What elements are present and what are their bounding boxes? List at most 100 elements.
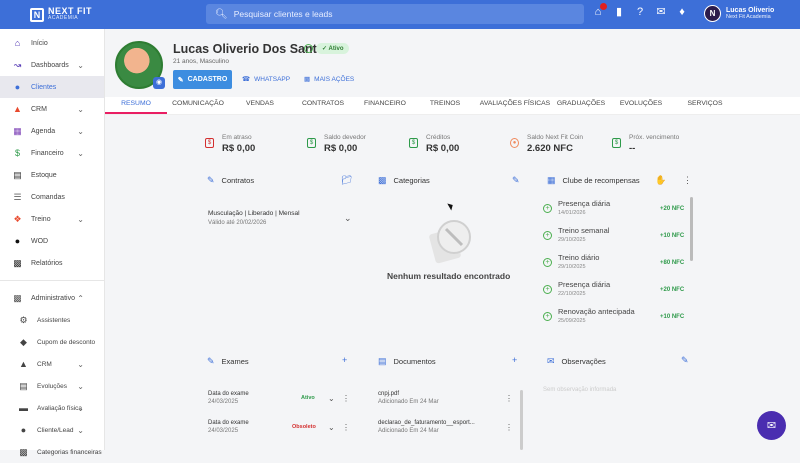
calendar-icon: ▦ bbox=[547, 175, 556, 185]
list-item: + Presença diária 22/10/2025 +20 NFC bbox=[543, 280, 693, 307]
chevron-down-icon: ⌄ bbox=[77, 403, 84, 413]
user-name: Lucas Oliverio bbox=[726, 7, 775, 14]
list-item: + Treino semanal 29/10/2025 +10 NFC bbox=[543, 226, 693, 253]
sidebar-item-agenda[interactable]: ▦ Agenda ⌄ bbox=[0, 120, 104, 142]
camera-icon[interactable]: ◉ bbox=[153, 77, 165, 89]
more-actions-button[interactable]: ▩ MAIS AÇÕES bbox=[304, 75, 354, 84]
sidebar-subitem-avaliacao[interactable]: ▬ Avaliação física ⌄ bbox=[0, 397, 104, 419]
logo[interactable]: N NEXT FIT ACADEMIA bbox=[30, 6, 92, 22]
users-icon: ● bbox=[14, 82, 21, 92]
chevron-down-icon: ⌄ bbox=[77, 381, 84, 391]
sidebar-item-crm[interactable]: ▲ CRM ⌄ bbox=[0, 98, 104, 120]
contract-item[interactable]: Musculação | Liberado | Mensal Válido at… bbox=[208, 210, 300, 226]
sidebar-item-clientes[interactable]: ● Clientes bbox=[0, 76, 104, 98]
sidebar-subitem-assistentes[interactable]: ⚙ Assistentes bbox=[0, 309, 104, 331]
search-input[interactable]: 🔍︎ Pesquisar clientes e leads bbox=[206, 4, 584, 24]
status-badge: Ativo bbox=[301, 395, 315, 401]
document-row[interactable]: cnpj.pdf Adicionado Em 24 Mar bbox=[378, 391, 439, 405]
store-icon[interactable]: ⌂ bbox=[592, 3, 607, 18]
chevron-down-icon: ⌄ bbox=[77, 425, 84, 435]
profile-subtitle: 21 anos, Masculino bbox=[173, 58, 230, 65]
document-row[interactable]: declarao_de_faturamento__esport... Adici… bbox=[378, 420, 475, 434]
sidebar-item-inicio[interactable]: ⌂ Início bbox=[0, 32, 104, 54]
tab-contratos[interactable]: CONTRATOS bbox=[291, 97, 355, 114]
chevron-down-icon: ⌄ bbox=[77, 148, 84, 158]
sidebar-item-financeiro[interactable]: $ Financeiro ⌄ bbox=[0, 142, 104, 164]
tab-servicos[interactable]: SERVIÇOS bbox=[675, 97, 735, 114]
document-icon: ▤ bbox=[378, 356, 387, 366]
whatsapp-button[interactable]: ☎ WHATSAPP bbox=[242, 75, 290, 84]
edit-icon[interactable]: ✎ bbox=[512, 175, 520, 186]
crm-icon: ▲ bbox=[13, 104, 22, 114]
more-vertical-icon[interactable]: ⋮ bbox=[505, 423, 513, 432]
tab-financeiro[interactable]: FINANCEIRO bbox=[355, 97, 415, 114]
sidebar-item-relatorios[interactable]: ▩ Relatórios bbox=[0, 252, 104, 274]
tab-treinos[interactable]: TREINOS bbox=[415, 97, 475, 114]
plus-circle-icon: + bbox=[543, 204, 552, 213]
mobile-icon[interactable]: ▮ bbox=[613, 6, 625, 18]
folder-icon: ▩ bbox=[19, 446, 28, 457]
user-menu[interactable]: N Lucas Oliverio Next Fit Academia bbox=[704, 5, 774, 22]
folder-icon[interactable]: 📁︎ bbox=[341, 175, 352, 186]
tab-graduacoes[interactable]: GRADUAÇÕES bbox=[555, 97, 607, 114]
tab-evolucoes[interactable]: EVOLUÇÕES bbox=[607, 97, 675, 114]
stat-next-fit-coin: ● Saldo Next Fit Coin 2.620 NFC bbox=[510, 134, 583, 154]
list-item: + Treino diário 29/10/2025 +80 NFC bbox=[543, 253, 693, 280]
list-item: + Renovação antecipada 25/09/2025 +10 NFC bbox=[543, 307, 693, 334]
syringe-icon: ✎ bbox=[207, 356, 215, 366]
section-documentos-header: ▤ Documentos bbox=[378, 356, 436, 366]
cart-icon: ▤ bbox=[13, 169, 22, 180]
profile-avatar[interactable]: ◉ bbox=[115, 41, 165, 89]
money-icon: $ bbox=[14, 148, 20, 158]
chevron-down-icon: ⌄ bbox=[77, 126, 84, 136]
hand-coin-icon[interactable]: ✋ bbox=[655, 175, 666, 186]
sidebar-item-administrativo[interactable]: ▩ Administrativo ⌃ bbox=[0, 287, 104, 309]
users-icon: ● bbox=[20, 425, 27, 435]
sidebar-subitem-cliente-lead[interactable]: ● Cliente/Lead ⌄ bbox=[0, 419, 104, 441]
exam-row[interactable]: Data do exame 24/03/2025 bbox=[208, 420, 249, 434]
cadastro-button[interactable]: ✎ CADASTRO bbox=[173, 70, 232, 89]
exam-row[interactable]: Data do exame 24/03/2025 bbox=[208, 391, 249, 405]
sidebar-subitem-evolucoes[interactable]: ▤ Evoluções ⌄ bbox=[0, 375, 104, 397]
brand-sub: ACADEMIA bbox=[48, 14, 79, 21]
sidebar-item-estoque[interactable]: ▤ Estoque bbox=[0, 164, 104, 186]
search-icon: 🔍︎ bbox=[215, 8, 228, 20]
help-icon[interactable]: ? bbox=[634, 6, 646, 18]
chat-support-button[interactable]: ✉ bbox=[757, 411, 786, 440]
sidebar-item-treino[interactable]: ❖ Treino ⌄ bbox=[0, 208, 104, 230]
sidebar-item-comandas[interactable]: ☰ Comandas bbox=[0, 186, 104, 208]
rewards-scrollbar[interactable] bbox=[690, 197, 693, 261]
sidebar-subitem-cupom[interactable]: ◆ Cupom de desconto bbox=[0, 331, 104, 353]
sidebar-item-dashboards[interactable]: ↝ Dashboards ⌄ bbox=[0, 54, 104, 76]
sidebar-subitem-crm[interactable]: ▲ CRM ⌄ bbox=[0, 353, 104, 375]
add-icon[interactable]: + bbox=[342, 355, 347, 365]
tab-comunicacao[interactable]: COMUNICAÇÃO bbox=[167, 97, 229, 114]
more-vertical-icon[interactable]: ⋮ bbox=[505, 394, 513, 403]
money-icon: $ bbox=[307, 138, 316, 148]
more-vertical-icon[interactable]: ⋮ bbox=[683, 175, 692, 186]
rewards-list: + Presença diária 14/01/2026 +20 NFC + Tr… bbox=[543, 199, 693, 334]
avatar: N bbox=[704, 5, 721, 22]
receipt-icon: ☰ bbox=[13, 191, 22, 202]
edit-icon[interactable]: ✎ bbox=[681, 355, 689, 366]
bell-icon[interactable]: ♦ bbox=[676, 6, 688, 18]
tab-resumo[interactable]: RESUMO bbox=[105, 97, 167, 114]
mouse-cursor bbox=[447, 201, 455, 211]
list-item: + Presença diária 14/01/2026 +20 NFC bbox=[543, 199, 693, 226]
edit-icon: ✎ bbox=[177, 76, 184, 84]
sidebar-subitem-categorias-financeiras[interactable]: ▩ Categorias financeiras bbox=[0, 441, 104, 463]
documents-scrollbar[interactable] bbox=[520, 390, 523, 450]
more-vertical-icon[interactable]: ⋮ bbox=[342, 394, 350, 403]
tab-avaliacoes[interactable]: AVALIAÇÕES FÍSICAS bbox=[475, 97, 555, 114]
chevron-down-icon[interactable]: ⌄ bbox=[344, 213, 352, 224]
ruler-icon: ▬ bbox=[19, 403, 28, 413]
section-categorias-header: ▩ Categorias bbox=[378, 175, 430, 185]
stat-saldo-devedor: $ Saldo devedor R$ 0,00 bbox=[307, 134, 366, 154]
add-icon[interactable]: + bbox=[512, 355, 517, 365]
sidebar-item-wod[interactable]: ● WOD bbox=[0, 230, 104, 252]
chat-icon[interactable]: ✉ bbox=[655, 6, 667, 18]
chevron-down-icon[interactable]: ⌄ bbox=[328, 423, 335, 432]
tab-vendas[interactable]: VENDAS bbox=[229, 97, 291, 114]
more-vertical-icon[interactable]: ⋮ bbox=[342, 423, 350, 432]
chevron-down-icon[interactable]: ⌄ bbox=[328, 394, 335, 403]
